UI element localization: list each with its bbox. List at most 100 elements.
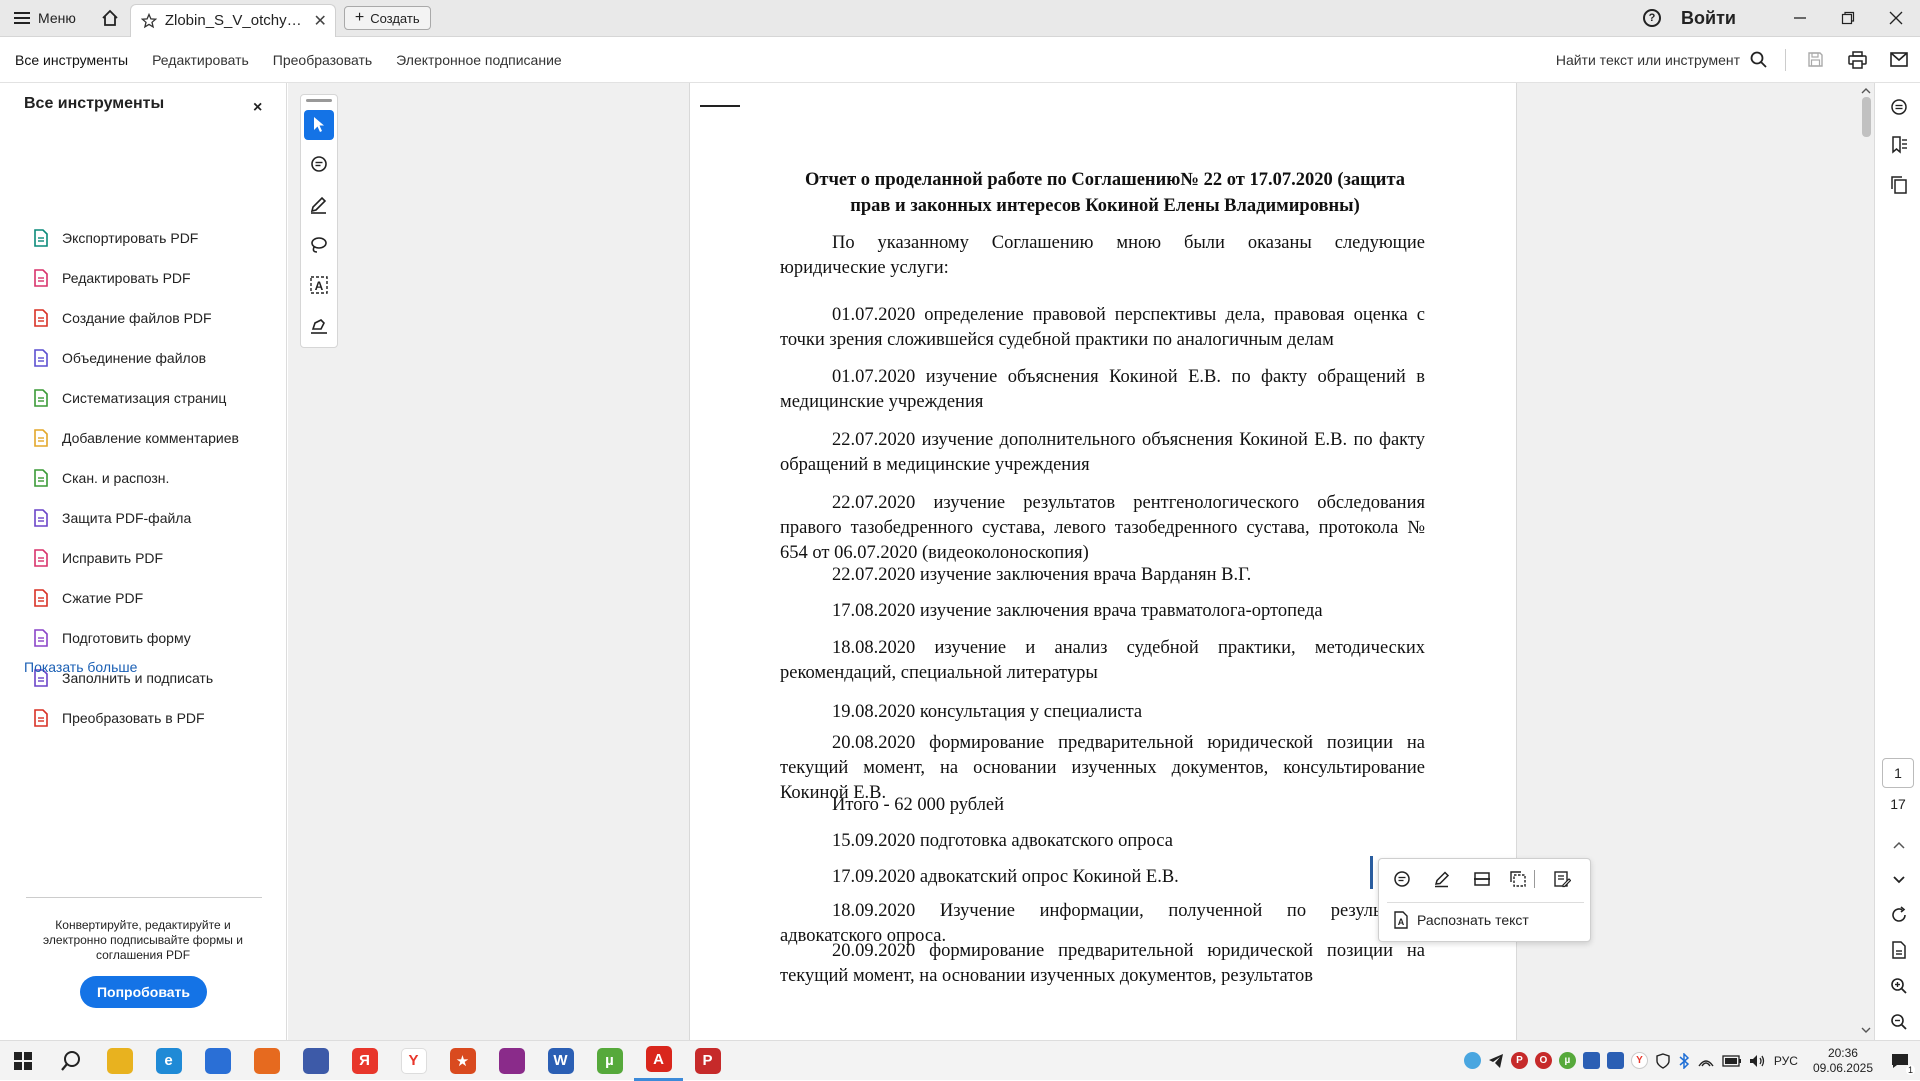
popup-separator: [1387, 902, 1584, 903]
tool-item-organize-pages[interactable]: Систематизация страниц: [32, 386, 226, 410]
tray-yandex-icon[interactable]: Y: [1630, 1052, 1648, 1069]
find-tool-button[interactable]: Найти текст или инструмент: [1556, 48, 1786, 71]
tray-utorrent-icon[interactable]: µ: [1558, 1052, 1576, 1069]
text-tool-button[interactable]: A: [304, 270, 334, 300]
tool-item-combine-files[interactable]: Объединение файлов: [32, 346, 206, 370]
taskbar-winrar-button[interactable]: [487, 1041, 536, 1081]
close-window-icon[interactable]: [1872, 0, 1920, 37]
print-button[interactable]: [1836, 50, 1878, 69]
tab-all-tools[interactable]: Все инструменты: [0, 37, 140, 83]
tab-esign[interactable]: Электронное подписание: [384, 37, 574, 83]
search-taskbar-button[interactable]: [46, 1041, 95, 1081]
prev-page-button[interactable]: [1887, 833, 1911, 857]
tray-grid-icon[interactable]: [1582, 1052, 1600, 1069]
document-paragraph: 17.09.2020 адвокатский опрос Кокиной Е.В…: [832, 867, 1179, 887]
star-icon[interactable]: [140, 12, 157, 29]
scroll-down-icon[interactable]: [1861, 1026, 1871, 1034]
clock[interactable]: 20:36 09.06.2025: [1805, 1046, 1881, 1076]
taskbar-yandex-button[interactable]: Я: [340, 1041, 389, 1081]
start-button[interactable]: [0, 1041, 46, 1081]
scroll-up-icon[interactable]: [1861, 87, 1871, 95]
keyboard-language[interactable]: РУС: [1774, 1054, 1798, 1068]
defender-icon[interactable]: [1655, 1052, 1671, 1069]
yandex-browser-icon: Y: [400, 1047, 427, 1074]
tab-title: Zlobin_S_V_otchyot_...: [164, 12, 306, 29]
svg-text:A: A: [315, 279, 324, 293]
draw-tool-button[interactable]: [304, 230, 334, 260]
popup-highlight-button[interactable]: [1427, 867, 1457, 891]
tab-convert[interactable]: Преобразовать: [261, 37, 384, 83]
taskbar-edge-button[interactable]: e: [144, 1041, 193, 1081]
tray-app-icon[interactable]: [1463, 1052, 1481, 1069]
next-page-button[interactable]: [1887, 868, 1911, 892]
taskbar-store-button[interactable]: [193, 1041, 242, 1081]
notifications-button[interactable]: 1: [1888, 1049, 1915, 1075]
help-icon[interactable]: ?: [1643, 9, 1662, 27]
tool-item-edit-pdf[interactable]: Редактировать PDF: [32, 266, 191, 290]
tool-item-convert-pdf[interactable]: Преобразовать в PDF: [32, 706, 205, 730]
show-more-link[interactable]: Показать больше: [24, 659, 137, 675]
minimize-icon[interactable]: [1776, 0, 1824, 37]
zoom-in-button[interactable]: [1887, 974, 1911, 998]
taskbar-shield-star-button[interactable]: ★: [438, 1041, 487, 1081]
page-thumbnails-button[interactable]: [1887, 173, 1911, 197]
tab-edit[interactable]: Редактировать: [140, 37, 261, 83]
save-button[interactable]: [1794, 51, 1836, 68]
page-view-button[interactable]: [1887, 938, 1911, 962]
bluetooth-icon[interactable]: [1678, 1052, 1690, 1069]
taskbar-file-explorer-button[interactable]: [95, 1041, 144, 1081]
volume-icon[interactable]: [1749, 1054, 1767, 1068]
wifi-icon[interactable]: [1697, 1054, 1715, 1068]
create-button[interactable]: + Создать: [343, 6, 431, 30]
comments-panel-button[interactable]: [1887, 95, 1911, 119]
tool-item-compress-pdf[interactable]: Сжатие PDF: [32, 586, 143, 610]
menu-button[interactable]: Меню: [0, 0, 90, 37]
tool-item-export-pdf[interactable]: Экспортировать PDF: [32, 226, 198, 250]
taskbar-word-button[interactable]: W: [536, 1041, 585, 1081]
comment-tool-button[interactable]: [304, 150, 334, 180]
document-tab[interactable]: Zlobin_S_V_otchyot_... ✕: [129, 3, 336, 37]
tool-item-create-pdf[interactable]: Создание файлов PDF: [32, 306, 212, 330]
current-page-input[interactable]: 1: [1882, 758, 1914, 788]
highlight-tool-button[interactable]: [304, 190, 334, 220]
popup-copy-button[interactable]: [1503, 867, 1533, 891]
bookmarks-button[interactable]: [1887, 133, 1911, 157]
tray-p-icon[interactable]: P: [1510, 1052, 1528, 1069]
taskbar-yandex-browser-button[interactable]: Y: [389, 1041, 438, 1081]
popup-strikethrough-button[interactable]: [1467, 867, 1497, 891]
taskbar-shield-app-button[interactable]: [291, 1041, 340, 1081]
pen-icon: [310, 196, 327, 214]
tab-close-icon[interactable]: ✕: [313, 11, 326, 31]
panel-close-icon[interactable]: ×: [253, 99, 262, 117]
popup-edit-text-button[interactable]: [1547, 867, 1577, 891]
tool-item-comment[interactable]: Добавление комментариев: [32, 426, 239, 450]
p-app-icon: P: [694, 1047, 721, 1074]
tool-item-protect-pdf[interactable]: Защита PDF-файла: [32, 506, 191, 530]
tool-item-scan-ocr[interactable]: Скан. и распозн.: [32, 466, 169, 490]
popup-comment-button[interactable]: [1387, 867, 1417, 891]
try-button[interactable]: Попробовать: [80, 976, 207, 1008]
grip-handle[interactable]: [306, 99, 332, 102]
zoom-out-button[interactable]: [1887, 1010, 1911, 1034]
tool-item-prepare-form[interactable]: Подготовить форму: [32, 626, 191, 650]
signin-button[interactable]: Войти: [1681, 8, 1736, 29]
tray-display-icon[interactable]: [1606, 1052, 1624, 1069]
home-button[interactable]: [90, 0, 130, 37]
telegram-icon[interactable]: [1488, 1053, 1504, 1069]
vertical-scrollbar[interactable]: [1858, 83, 1874, 1040]
document-viewer[interactable]: A Отчет о проделанной работе по Соглашен…: [288, 83, 1874, 1040]
select-tool-button[interactable]: [304, 110, 334, 140]
email-button[interactable]: [1878, 52, 1920, 67]
battery-icon[interactable]: [1722, 1054, 1742, 1067]
restore-icon[interactable]: [1824, 0, 1872, 37]
taskbar-firefox-button[interactable]: [242, 1041, 291, 1081]
taskbar-p-app-button[interactable]: P: [683, 1041, 732, 1081]
tray-opera-icon[interactable]: O: [1534, 1052, 1552, 1069]
scrollbar-thumb[interactable]: [1862, 97, 1871, 137]
sign-tool-button[interactable]: [304, 310, 334, 340]
taskbar-acrobat-button[interactable]: A: [634, 1041, 683, 1081]
taskbar-utorrent-button[interactable]: µ: [585, 1041, 634, 1081]
recognize-text-button[interactable]: A Распознать текст: [1393, 911, 1529, 929]
rotate-button[interactable]: [1887, 903, 1911, 927]
tool-item-redact-pdf[interactable]: Исправить PDF: [32, 546, 163, 570]
